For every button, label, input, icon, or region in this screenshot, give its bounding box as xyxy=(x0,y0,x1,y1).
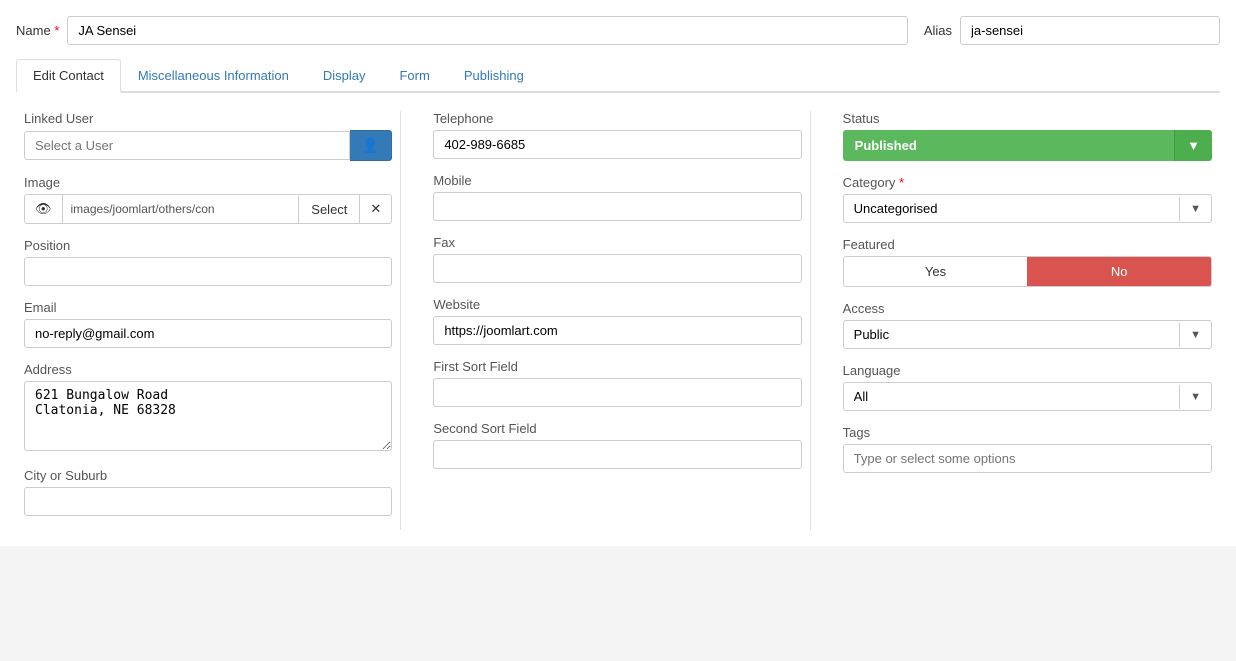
image-section: Image 👁 images/joomlart/others/con Selec… xyxy=(24,175,392,224)
address-section: Address 621 Bungalow Road Clatonia, NE 6… xyxy=(24,362,392,454)
fax-input[interactable] xyxy=(433,254,801,283)
email-input[interactable] xyxy=(24,319,392,348)
address-label: Address xyxy=(24,362,392,377)
alias-input[interactable] xyxy=(960,16,1220,45)
first-sort-section: First Sort Field xyxy=(433,359,801,407)
mobile-label: Mobile xyxy=(433,173,801,188)
alias-label: Alias xyxy=(924,23,952,38)
telephone-label: Telephone xyxy=(433,111,801,126)
linked-user-row: 👤 xyxy=(24,130,392,161)
city-input[interactable] xyxy=(24,487,392,516)
access-label: Access xyxy=(843,301,1212,316)
featured-label: Featured xyxy=(843,237,1212,252)
language-section: Language All ▼ xyxy=(843,363,1212,411)
category-label: Category * xyxy=(843,175,1212,190)
access-section: Access Public ▼ xyxy=(843,301,1212,349)
category-dropdown[interactable]: Uncategorised ▼ xyxy=(843,194,1212,223)
access-select[interactable]: Public xyxy=(844,321,1179,348)
tags-input[interactable] xyxy=(843,444,1212,473)
image-clear-button[interactable]: ✕ xyxy=(359,195,391,223)
right-column: Status Published ▼ Category * Uncategori… xyxy=(835,111,1220,530)
second-sort-input[interactable] xyxy=(433,440,801,469)
category-dropdown-arrow: ▼ xyxy=(1179,197,1211,221)
featured-toggle: Yes No xyxy=(843,256,1212,287)
image-preview-icon[interactable]: 👁 xyxy=(25,195,63,223)
first-sort-label: First Sort Field xyxy=(433,359,801,374)
linked-user-label: Linked User xyxy=(24,111,392,126)
website-section: Website xyxy=(433,297,801,345)
name-label: Name * xyxy=(16,23,59,38)
linked-user-icon-button[interactable]: 👤 xyxy=(350,130,392,161)
tab-bar: Edit Contact Miscellaneous Information D… xyxy=(16,59,1220,93)
tags-section: Tags xyxy=(843,425,1212,473)
tags-label: Tags xyxy=(843,425,1212,440)
linked-user-section: Linked User 👤 xyxy=(24,111,392,161)
website-label: Website xyxy=(433,297,801,312)
website-input[interactable] xyxy=(433,316,801,345)
linked-user-input[interactable] xyxy=(24,131,350,160)
user-icon: 👤 xyxy=(362,137,379,153)
image-path-text: images/joomlart/others/con xyxy=(63,196,299,222)
language-select[interactable]: All xyxy=(844,383,1179,410)
second-sort-label: Second Sort Field xyxy=(433,421,801,436)
mobile-input[interactable] xyxy=(433,192,801,221)
access-dropdown-arrow: ▼ xyxy=(1179,323,1211,347)
tab-display[interactable]: Display xyxy=(306,59,383,91)
category-select[interactable]: Uncategorised xyxy=(844,195,1179,222)
featured-yes-button[interactable]: Yes xyxy=(844,257,1028,286)
email-section: Email xyxy=(24,300,392,348)
mobile-section: Mobile xyxy=(433,173,801,221)
fax-section: Fax xyxy=(433,235,801,283)
first-sort-input[interactable] xyxy=(433,378,801,407)
language-dropdown-arrow: ▼ xyxy=(1179,385,1211,409)
tab-misc-info[interactable]: Miscellaneous Information xyxy=(121,59,306,91)
address-input[interactable]: 621 Bungalow Road Clatonia, NE 68328 xyxy=(24,381,392,451)
position-label: Position xyxy=(24,238,392,253)
left-column: Linked User 👤 Image 👁 images/joomlart/ot… xyxy=(16,111,401,530)
tab-edit-contact[interactable]: Edit Contact xyxy=(16,59,121,93)
status-section: Status Published ▼ xyxy=(843,111,1212,161)
telephone-input[interactable] xyxy=(433,130,801,159)
access-dropdown[interactable]: Public ▼ xyxy=(843,320,1212,349)
status-label: Status xyxy=(843,111,1212,126)
language-label: Language xyxy=(843,363,1212,378)
position-section: Position xyxy=(24,238,392,286)
city-label: City or Suburb xyxy=(24,468,392,483)
second-sort-section: Second Sort Field xyxy=(433,421,801,469)
name-input[interactable] xyxy=(67,16,907,45)
category-section: Category * Uncategorised ▼ xyxy=(843,175,1212,223)
status-dropdown-arrow[interactable]: ▼ xyxy=(1174,130,1212,161)
featured-no-button[interactable]: No xyxy=(1027,257,1211,286)
city-section: City or Suburb xyxy=(24,468,392,516)
status-value: Published xyxy=(843,130,1174,161)
language-dropdown[interactable]: All ▼ xyxy=(843,382,1212,411)
tab-form[interactable]: Form xyxy=(382,59,446,91)
featured-section: Featured Yes No xyxy=(843,237,1212,287)
email-label: Email xyxy=(24,300,392,315)
image-label: Image xyxy=(24,175,392,190)
eye-icon: 👁 xyxy=(35,201,52,217)
telephone-section: Telephone xyxy=(433,111,801,159)
fax-label: Fax xyxy=(433,235,801,250)
position-input[interactable] xyxy=(24,257,392,286)
image-row: 👁 images/joomlart/others/con Select ✕ xyxy=(24,194,392,224)
image-select-button[interactable]: Select xyxy=(298,196,359,223)
status-dropdown[interactable]: Published ▼ xyxy=(843,130,1212,161)
mid-column: Telephone Mobile Fax Website First Sort … xyxy=(425,111,810,530)
tab-publishing[interactable]: Publishing xyxy=(447,59,541,91)
